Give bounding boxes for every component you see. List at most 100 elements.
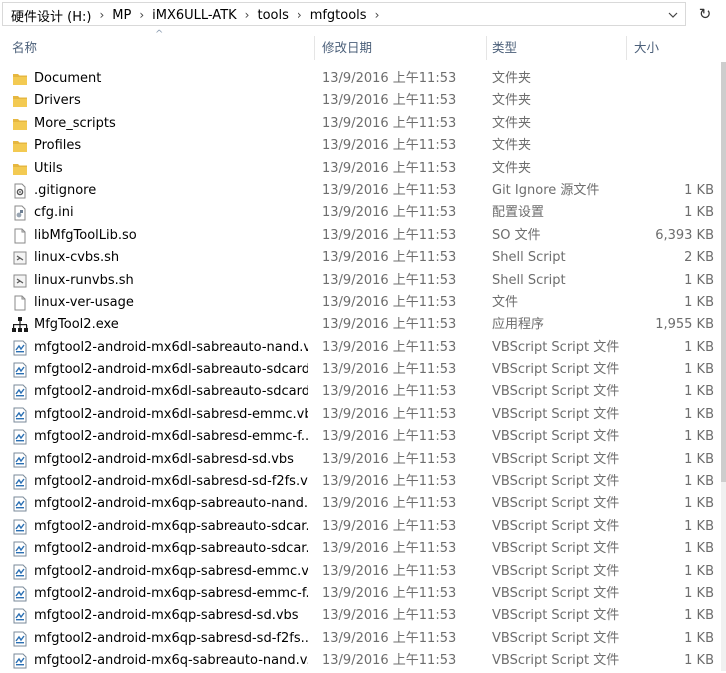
refresh-button[interactable]: ↻: [690, 2, 720, 26]
blank-file-icon: [12, 295, 30, 311]
chevron-down-icon: [668, 12, 678, 18]
file-row[interactable]: More_scripts 13/9/2016 上午11:53 文件夹: [0, 113, 726, 135]
file-row[interactable]: linux-cvbs.sh 13/9/2016 上午11:53 Shell Scri…: [0, 247, 726, 269]
file-row[interactable]: Document 13/9/2016 上午11:53 文件夹: [0, 68, 726, 90]
file-name: Utils: [34, 160, 63, 176]
file-type: VBScript Script 文件: [492, 541, 620, 557]
file-type: VBScript Script 文件: [492, 496, 620, 512]
chevron-right-icon[interactable]: ›: [139, 8, 144, 22]
file-type: VBScript Script 文件: [492, 585, 620, 601]
file-size: 2 KB: [684, 250, 714, 266]
file-size: [640, 90, 714, 112]
file-row[interactable]: mfgtool2-android-mx6dl-sabreauto-sdcard.…: [0, 359, 726, 381]
file-name: mfgtool2-android-mx6dl-sabresd-emmc-f...: [34, 429, 308, 445]
file-type: VBScript Script 文件: [492, 406, 620, 422]
file-modified-date: 13/9/2016 上午11:53: [322, 406, 457, 422]
file-size: 1 KB: [684, 541, 714, 557]
address-history-dropdown[interactable]: [665, 7, 681, 23]
file-row[interactable]: cfg.ini 13/9/2016 上午11:53 配置设置 1 KB: [0, 202, 726, 224]
file-row[interactable]: libMfgToolLib.so 13/9/2016 上午11:53 SO 文件 6,…: [0, 225, 726, 247]
file-name: mfgtool2-android-mx6qp-sabresd-emmc-f...: [34, 585, 308, 601]
file-modified-date: 13/9/2016 上午11:53: [322, 518, 457, 534]
column-header-size[interactable]: 大小: [634, 34, 714, 62]
file-modified-date: 13/9/2016 上午11:53: [322, 653, 457, 669]
file-row[interactable]: mfgtool2-android-mx6dl-sabresd-sd.vbs 13/…: [0, 449, 726, 471]
file-row[interactable]: linux-runvbs.sh 13/9/2016 上午11:53 Shell Sc…: [0, 270, 726, 292]
vbscript-file-icon: [12, 564, 30, 580]
breadcrumb-item-drive[interactable]: 硬件设计 (H:): [11, 6, 91, 25]
file-name: .gitignore: [34, 182, 97, 198]
file-modified-date: 13/9/2016 上午11:53: [322, 608, 457, 624]
file-modified-date: 13/9/2016 上午11:53: [322, 294, 457, 310]
file-row[interactable]: mfgtool2-android-mx6dl-sabresd-emmc-f...…: [0, 426, 726, 448]
column-divider[interactable]: [626, 36, 627, 60]
gear-document-icon: [12, 183, 30, 199]
file-type: VBScript Script 文件: [492, 384, 620, 400]
file-size: 1 KB: [684, 518, 714, 534]
vbscript-file-icon: [12, 452, 30, 468]
breadcrumb-item-mp[interactable]: MP: [112, 8, 131, 23]
file-type: 文件夹: [492, 93, 532, 109]
file-row[interactable]: Profiles 13/9/2016 上午11:53 文件夹: [0, 135, 726, 157]
file-type: VBScript Script 文件: [492, 608, 620, 624]
column-divider[interactable]: [314, 36, 315, 60]
file-name: Profiles: [34, 138, 82, 154]
file-row[interactable]: mfgtool2-android-mx6dl-sabreauto-nand.v.…: [0, 337, 726, 359]
file-size: 1 KB: [684, 585, 714, 601]
file-type: VBScript Script 文件: [492, 429, 620, 445]
file-row[interactable]: mfgtool2-android-mx6dl-sabresd-sd-f2fs.v…: [0, 471, 726, 493]
file-size: 1 KB: [684, 272, 714, 288]
scrollbar-thumb[interactable]: [721, 62, 726, 482]
file-type: 应用程序: [492, 317, 545, 333]
file-modified-date: 13/9/2016 上午11:53: [322, 384, 457, 400]
file-type: 文件夹: [492, 160, 532, 176]
column-header-name[interactable]: 名称: [12, 34, 312, 62]
chevron-right-icon[interactable]: ›: [375, 8, 380, 22]
chevron-right-icon[interactable]: ›: [245, 8, 250, 22]
breadcrumb-item-mfgtools[interactable]: mfgtools: [310, 8, 367, 23]
file-row[interactable]: mfgtool2-android-mx6qp-sabreauto-sdcar..…: [0, 538, 726, 560]
file-row[interactable]: mfgtool2-android-mx6qp-sabresd-sd.vbs 13/…: [0, 605, 726, 627]
file-row[interactable]: mfgtool2-android-mx6q-sabreauto-nand.v..…: [0, 650, 726, 672]
file-modified-date: 13/9/2016 上午11:53: [322, 182, 457, 198]
file-size: [640, 113, 714, 135]
file-size: 1 KB: [684, 182, 714, 198]
file-row[interactable]: Utils 13/9/2016 上午11:53 文件夹: [0, 158, 726, 180]
chevron-right-icon[interactable]: ›: [297, 8, 302, 22]
file-size: 1 KB: [684, 339, 714, 355]
application-icon: [12, 317, 30, 333]
breadcrumb-item-imx6ull[interactable]: iMX6ULL-ATK: [152, 8, 237, 23]
file-modified-date: 13/9/2016 上午11:53: [322, 630, 457, 646]
file-type: 文件夹: [492, 138, 532, 154]
column-header-date[interactable]: 修改日期: [322, 34, 482, 62]
file-row[interactable]: mfgtool2-android-mx6qp-sabresd-sd-f2fs..…: [0, 628, 726, 650]
file-list: Document 13/9/2016 上午11:53 文件夹 Drivers 13/9/…: [0, 68, 726, 673]
file-modified-date: 13/9/2016 上午11:53: [322, 250, 457, 266]
breadcrumb[interactable]: 硬件设计 (H:) › MP › iMX6ULL-ATK › tools › m…: [2, 2, 686, 26]
file-row[interactable]: .gitignore 13/9/2016 上午11:53 Git Ignore 源文…: [0, 180, 726, 202]
column-header-type[interactable]: 类型: [492, 34, 622, 62]
vbscript-file-icon: [12, 496, 30, 512]
file-name: mfgtool2-android-mx6dl-sabreauto-sdcard.…: [34, 362, 308, 378]
file-size: 1 KB: [684, 205, 714, 221]
file-modified-date: 13/9/2016 上午11:53: [322, 115, 457, 131]
file-row[interactable]: Drivers 13/9/2016 上午11:53 文件夹: [0, 90, 726, 112]
file-size: 1 KB: [684, 384, 714, 400]
breadcrumb-item-tools[interactable]: tools: [257, 8, 288, 23]
file-modified-date: 13/9/2016 上午11:53: [322, 160, 457, 176]
file-row[interactable]: mfgtool2-android-mx6qp-sabresd-emmc-f...…: [0, 583, 726, 605]
column-divider[interactable]: [486, 36, 487, 60]
file-row[interactable]: linux-ver-usage 13/9/2016 上午11:53 文件 1 KB: [0, 292, 726, 314]
chevron-right-icon[interactable]: ›: [99, 8, 104, 22]
file-row[interactable]: MfgTool2.exe 13/9/2016 上午11:53 应用程序 1,955 K…: [0, 314, 726, 336]
vbscript-file-icon: [12, 541, 30, 557]
file-row[interactable]: mfgtool2-android-mx6qp-sabresd-emmc.v...…: [0, 561, 726, 583]
file-row[interactable]: mfgtool2-android-mx6dl-sabreauto-sdcard.…: [0, 381, 726, 403]
file-row[interactable]: mfgtool2-android-mx6qp-sabreauto-sdcar..…: [0, 516, 726, 538]
file-name: linux-cvbs.sh: [34, 250, 120, 266]
file-row[interactable]: mfgtool2-android-mx6qp-sabreauto-nand...…: [0, 493, 726, 515]
file-name: mfgtool2-android-mx6dl-sabresd-emmc.vbs: [34, 406, 308, 422]
file-row[interactable]: mfgtool2-android-mx6dl-sabresd-emmc.vbs 1…: [0, 404, 726, 426]
file-type: VBScript Script 文件: [492, 630, 620, 646]
vbscript-file-icon: [12, 407, 30, 423]
